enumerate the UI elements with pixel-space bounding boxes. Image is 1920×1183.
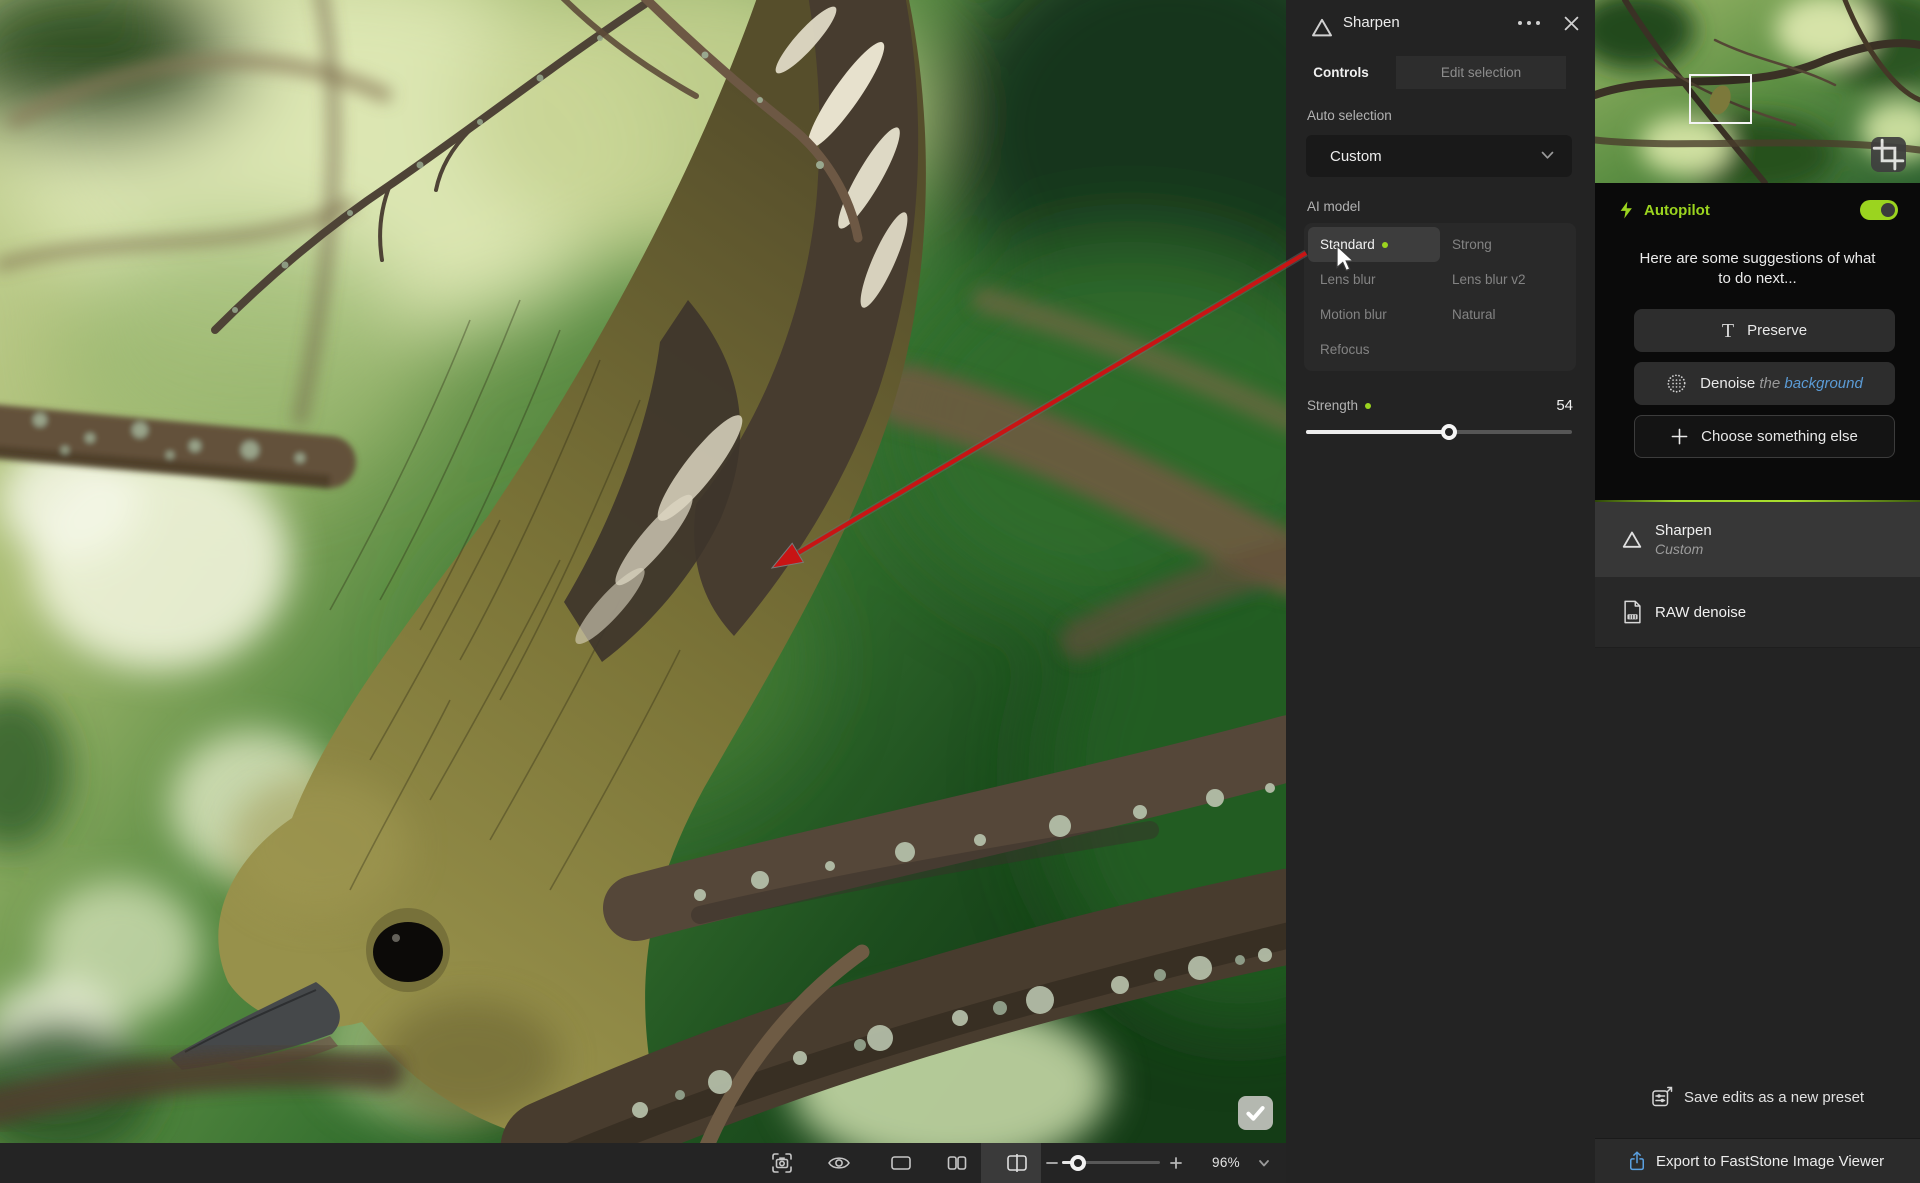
model-lens-blur-v2[interactable]: Lens blur v2 <box>1440 262 1572 297</box>
zoom-out-icon[interactable] <box>1040 1151 1064 1175</box>
side-by-side-view-icon[interactable] <box>945 1151 969 1175</box>
suggestion-choose-button[interactable]: Choose something else <box>1634 415 1895 458</box>
zoom-in-icon[interactable] <box>1164 1151 1188 1175</box>
autopilot-title: Autopilot <box>1644 202 1710 219</box>
auto-selection-dropdown[interactable]: Custom <box>1306 135 1572 177</box>
navigator-viewport-box[interactable] <box>1689 74 1752 124</box>
panel-close-button[interactable] <box>1558 10 1584 36</box>
tab-controls[interactable]: Controls <box>1286 56 1396 89</box>
suggestion-preserve-button[interactable]: T Preserve <box>1634 309 1895 352</box>
modified-dot <box>1382 242 1388 248</box>
close-icon <box>1564 16 1579 31</box>
bird-photo <box>0 0 1286 1143</box>
strength-slider-handle[interactable] <box>1441 424 1457 440</box>
sharpen-icon <box>1620 528 1644 552</box>
snapshot-icon[interactable] <box>770 1151 794 1175</box>
dotted-sphere-icon <box>1666 373 1687 394</box>
strength-label: Strength <box>1307 398 1358 413</box>
model-lens-blur[interactable]: Lens blur <box>1308 262 1440 297</box>
panel-tabs: Controls Edit selection <box>1286 56 1595 89</box>
strength-row: Strength 54 <box>1307 397 1573 414</box>
autopilot-section: Autopilot Here are some suggestions of w… <box>1595 183 1920 501</box>
ai-model-label: AI model <box>1307 199 1360 214</box>
navigator-thumbnail[interactable] <box>1595 0 1920 183</box>
viewer-toolbar: 96% <box>0 1143 1286 1183</box>
edit-detail: Custom <box>1655 541 1712 557</box>
photo-canvas[interactable] <box>0 0 1286 1143</box>
confirm-selection-button[interactable] <box>1238 1096 1273 1130</box>
preset-icon <box>1650 1085 1674 1109</box>
right-sidebar: Autopilot Here are some suggestions of w… <box>1595 0 1920 1183</box>
sharpen-panel: Sharpen Controls Edit selection Auto sel… <box>1286 0 1595 1183</box>
preview-eye-icon[interactable] <box>827 1151 851 1175</box>
chevron-down-icon <box>1541 151 1554 160</box>
bird-eye <box>373 922 443 982</box>
raw-file-icon <box>1622 600 1643 624</box>
auto-selection-value: Custom <box>1330 148 1382 165</box>
denoise-target: background <box>1784 375 1862 392</box>
zoom-chevron-down-icon[interactable] <box>1252 1151 1276 1175</box>
suggestions-heading: Here are some suggestions of what to do … <box>1595 249 1920 289</box>
tab-edit-selection[interactable]: Edit selection <box>1396 56 1566 89</box>
panel-title: Sharpen <box>1343 14 1400 31</box>
split-compare-view-icon[interactable] <box>1005 1151 1029 1175</box>
denoise-article: the <box>1759 375 1780 392</box>
zoom-level[interactable]: 96% <box>1198 1155 1254 1170</box>
strength-value: 54 <box>1556 397 1573 414</box>
export-button[interactable]: Export to FastStone Image Viewer <box>1595 1138 1920 1183</box>
toggle-knob <box>1881 203 1895 217</box>
ai-model-grid: Standard Strong Lens blur Lens blur v2 M… <box>1304 223 1576 371</box>
edit-name: RAW denoise <box>1655 604 1746 621</box>
export-share-icon <box>1627 1150 1647 1172</box>
edit-name: Sharpen <box>1655 522 1712 539</box>
text-tool-icon: T <box>1722 321 1734 341</box>
single-view-icon[interactable] <box>889 1151 913 1175</box>
crop-icon <box>1871 137 1906 172</box>
panel-menu-button[interactable] <box>1514 10 1544 36</box>
model-strong[interactable]: Strong <box>1440 227 1572 262</box>
edit-item-raw-denoise[interactable]: RAW denoise <box>1595 577 1920 648</box>
autopilot-toggle[interactable] <box>1860 200 1898 220</box>
crop-button[interactable] <box>1871 137 1906 172</box>
model-standard[interactable]: Standard <box>1308 227 1440 262</box>
edit-item-sharpen[interactable]: Sharpen Custom <box>1595 502 1920 577</box>
denoise-action: Denoise <box>1700 375 1755 392</box>
zoom-slider-handle[interactable] <box>1070 1155 1086 1171</box>
suggestion-denoise-button[interactable]: Denoise the background <box>1634 362 1895 405</box>
plus-icon <box>1671 428 1688 445</box>
model-natural[interactable]: Natural <box>1440 297 1572 332</box>
check-icon <box>1238 1096 1273 1130</box>
strength-slider-fill <box>1306 430 1443 434</box>
lightning-icon <box>1619 201 1634 219</box>
app-window: 96% Sharpen Controls Edit selection Auto… <box>0 0 1920 1183</box>
model-refocus[interactable]: Refocus <box>1308 332 1440 367</box>
sharpen-icon <box>1309 15 1335 41</box>
model-motion-blur[interactable]: Motion blur <box>1308 297 1440 332</box>
auto-selection-label: Auto selection <box>1307 108 1392 123</box>
save-preset-button[interactable]: Save edits as a new preset <box>1595 1072 1920 1122</box>
modified-dot <box>1365 403 1371 409</box>
